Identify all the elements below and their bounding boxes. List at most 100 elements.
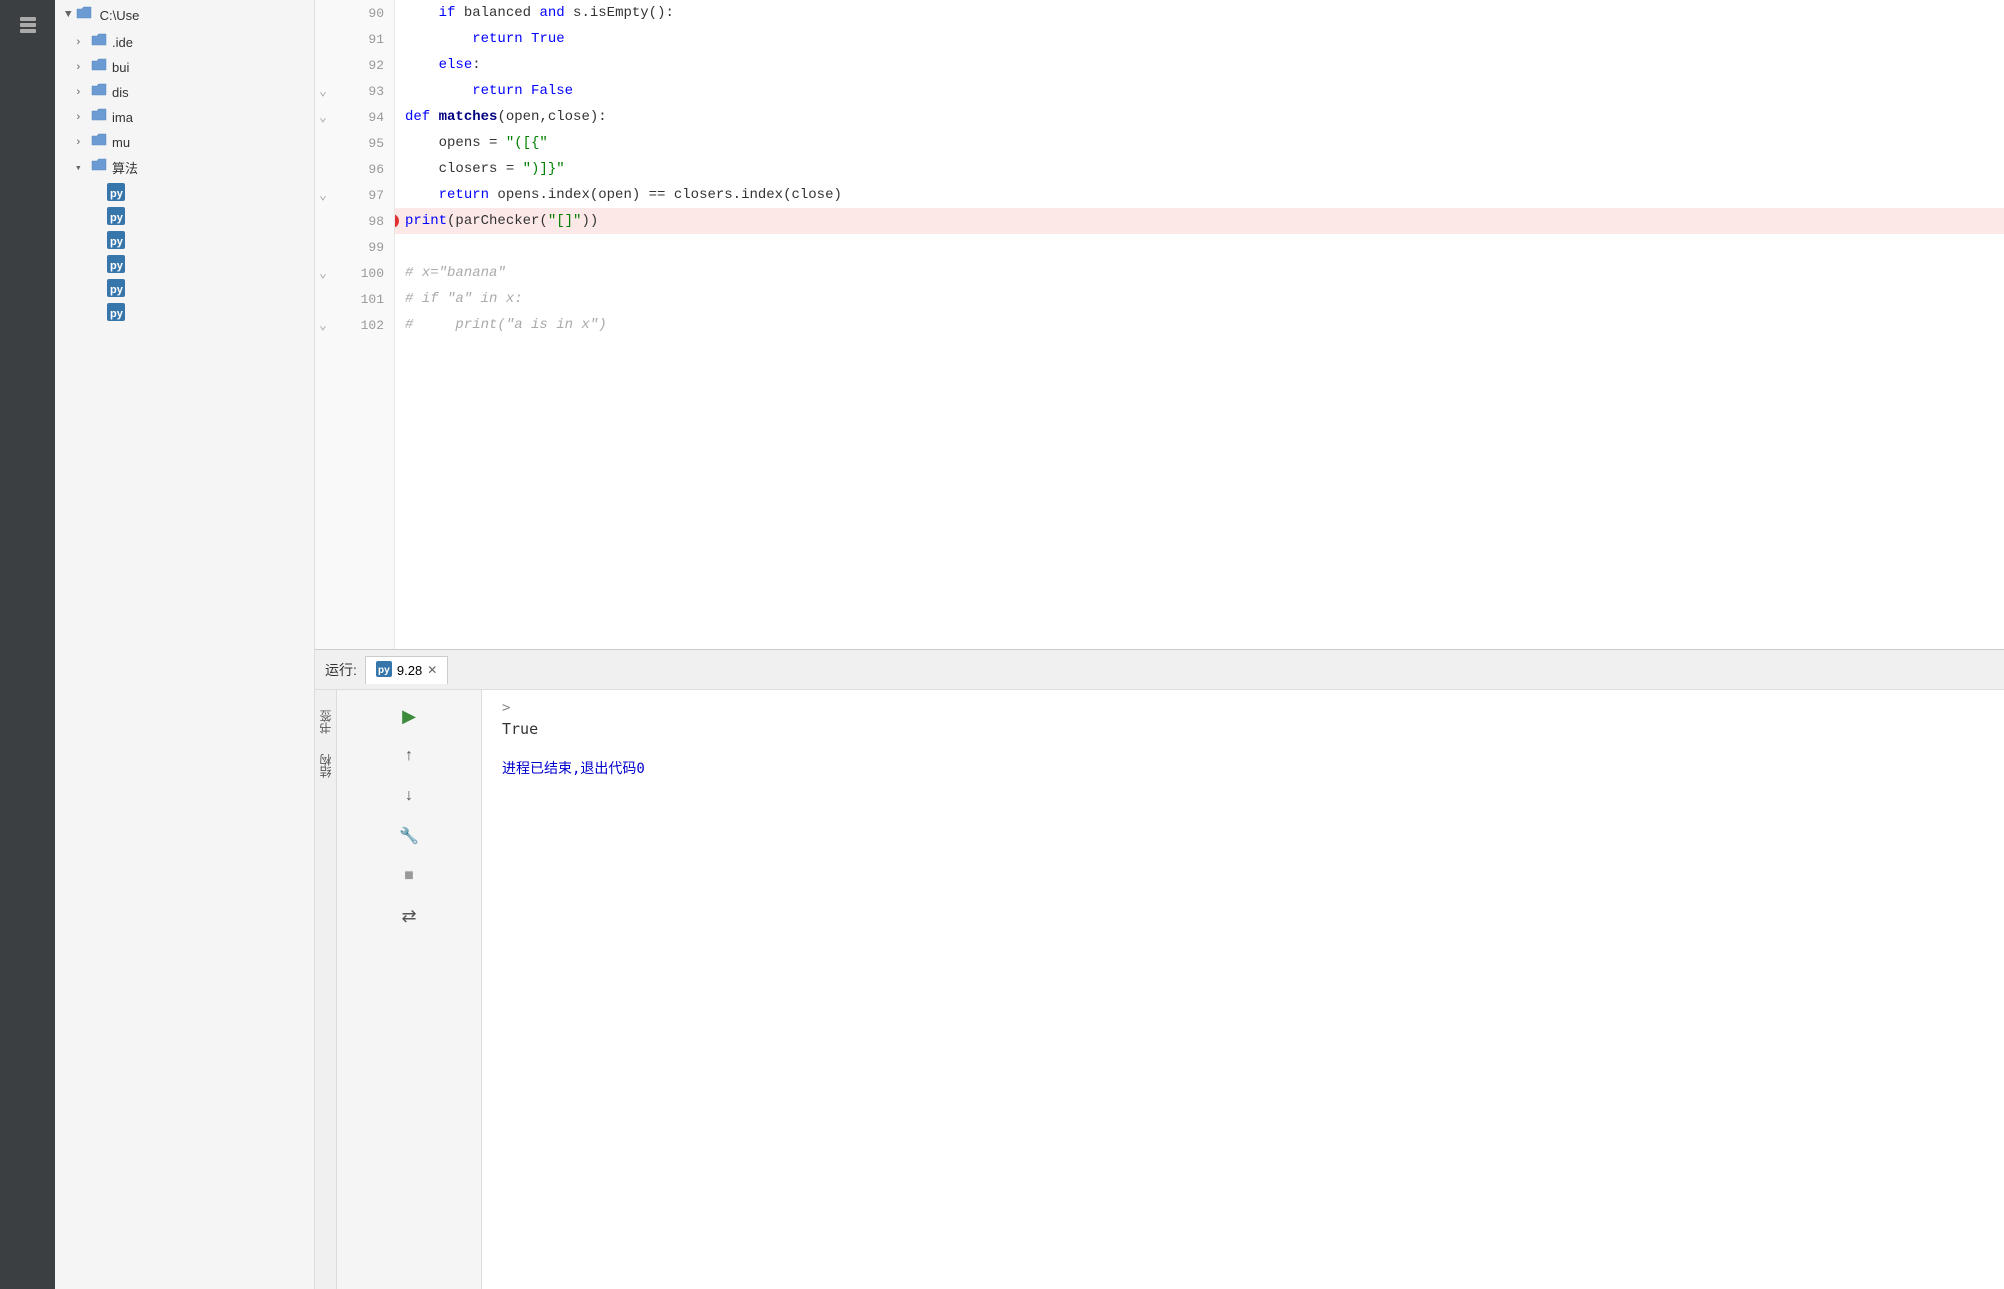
folder-dis-icon — [91, 83, 107, 102]
ide-label: .ide — [112, 35, 133, 50]
code-line-99 — [405, 234, 2004, 260]
py4-icon: py — [107, 255, 125, 273]
line-99: 99 — [315, 234, 394, 260]
svg-text:py: py — [110, 308, 124, 320]
py6-icon: py — [107, 303, 125, 321]
folder-mu-icon — [91, 133, 107, 152]
code-line-94: def matches(open,close): — [405, 104, 2004, 130]
ima-label: ima — [112, 110, 133, 125]
sidebar-item-py5[interactable]: › py — [55, 276, 314, 300]
sidebar-item-py2[interactable]: › py — [55, 204, 314, 228]
run-tab[interactable]: py 9.28 ✕ — [365, 656, 448, 684]
arrow-ide: › — [75, 37, 87, 49]
sidebar-tree: › .ide › bui › dis — [55, 30, 314, 1289]
code-line-91: return True — [405, 26, 2004, 52]
arrow-suanfa: ▾ — [75, 161, 87, 175]
folder-ima-icon — [91, 108, 107, 127]
folder-bui-icon — [91, 58, 107, 77]
run-wrench-button[interactable]: 🔧 — [393, 820, 425, 852]
line-98: 98 — [315, 208, 394, 234]
py1-icon: py — [107, 183, 125, 201]
run-tab-close[interactable]: ✕ — [427, 663, 437, 677]
svg-text:py: py — [110, 284, 124, 296]
run-output-area: > True 进程已结束,退出代码0 — [482, 690, 2004, 1289]
py3-icon: py — [107, 231, 125, 249]
arrow-ima: › — [75, 112, 87, 124]
output-prompt: > — [502, 700, 1984, 716]
code-text-area[interactable]: if balanced and s.isEmpty(): return True… — [395, 0, 2004, 649]
line-numbers: 90 91 92 ⌄ 93 ⌄ 94 95 96 ⌄ 97 — [315, 0, 395, 649]
project-sidebar: ▼ C:\Use › .ide › — [55, 0, 315, 1289]
line-96: 96 — [315, 156, 394, 182]
sidebar-item-py4[interactable]: › py — [55, 252, 314, 276]
bookmark-label[interactable]: 书签 — [317, 710, 334, 734]
mu-label: mu — [112, 135, 130, 150]
breakpoint-dot[interactable] — [395, 214, 399, 228]
code-line-96: closers = ")]}" — [405, 156, 2004, 182]
line-91: 91 — [315, 26, 394, 52]
code-editor[interactable]: 90 91 92 ⌄ 93 ⌄ 94 95 96 ⌄ 97 — [315, 0, 2004, 649]
run-arrow-up-button[interactable]: ↑ — [393, 740, 425, 772]
line-100: ⌄ 100 — [315, 260, 394, 286]
sidebar-item-mu[interactable]: › mu — [55, 130, 314, 155]
sidebar-item-ide[interactable]: › .ide — [55, 30, 314, 55]
sidebar-root-label: C:\Use — [100, 8, 140, 23]
line-102: ⌄ 102 — [315, 312, 394, 338]
structure-label[interactable]: 结构 — [317, 754, 334, 778]
bui-label: bui — [112, 60, 129, 75]
code-line-90: if balanced and s.isEmpty(): — [405, 0, 2004, 26]
suanfa-label: 算法 — [112, 158, 138, 177]
run-stop-button[interactable]: ■ — [393, 860, 425, 892]
run-rerun-button[interactable]: ⇄ — [393, 900, 425, 932]
run-header: 运行: py 9.28 ✕ — [315, 650, 2004, 690]
run-arrow-down-button[interactable]: ↓ — [393, 780, 425, 812]
svg-text:py: py — [378, 665, 390, 676]
sidebar-root[interactable]: ▼ C:\Use — [55, 0, 314, 30]
run-panel: 运行: py 9.28 ✕ 书签 结构 — [315, 649, 2004, 1289]
sidebar-item-dis[interactable]: › dis — [55, 80, 314, 105]
run-play-button[interactable]: ▶ — [393, 700, 425, 732]
code-line-92: else: — [405, 52, 2004, 78]
code-line-98: print(parChecker("[]")) — [395, 208, 2004, 234]
line-101: 101 — [315, 286, 394, 312]
run-label: 运行: — [325, 660, 357, 680]
code-line-100: # x="banana" — [405, 260, 2004, 286]
line-97: ⌄ 97 — [315, 182, 394, 208]
sidebar-item-ima[interactable]: › ima — [55, 105, 314, 130]
svg-text:py: py — [110, 260, 124, 272]
arrow-bui: › — [75, 62, 87, 74]
svg-text:py: py — [110, 236, 124, 248]
line-92: 92 — [315, 52, 394, 78]
py5-icon: py — [107, 279, 125, 297]
folder-ide-icon — [91, 33, 107, 52]
line-94: ⌄ 94 — [315, 104, 394, 130]
run-tab-label: 9.28 — [397, 663, 422, 678]
code-line-93: return False — [405, 78, 2004, 104]
folder-suanfa-icon — [91, 158, 107, 177]
arrow-mu: › — [75, 137, 87, 149]
side-labels: 书签 结构 — [315, 690, 337, 1289]
py-tab-icon: py — [376, 661, 392, 680]
run-body: 书签 结构 ▶ ↑ ↓ 🔧 ■ ⇄ > True 进程已结束,退出代码0 — [315, 690, 2004, 1289]
dis-label: dis — [112, 85, 129, 100]
sidebar-arrow: ▼ — [65, 9, 72, 21]
line-90: 90 — [315, 0, 394, 26]
run-toolbar: ▶ ↑ ↓ 🔧 ■ ⇄ — [337, 690, 482, 1289]
arrow-dis: › — [75, 87, 87, 99]
svg-text:py: py — [110, 212, 124, 224]
folder-icon — [76, 6, 92, 24]
sidebar-item-py1[interactable]: › py — [55, 180, 314, 204]
sidebar-item-py3[interactable]: › py — [55, 228, 314, 252]
code-line-102: # print("a is in x") — [405, 312, 2004, 338]
sidebar-item-py6[interactable]: › py — [55, 300, 314, 324]
left-toolbar — [0, 0, 55, 1289]
output-true-text: True — [502, 720, 1984, 738]
sidebar-item-suanfa[interactable]: ▾ 算法 — [55, 155, 314, 180]
code-line-97: 💡 return opens.index(open) == closers.in… — [405, 182, 2004, 208]
line-93: ⌄ 93 — [315, 78, 394, 104]
code-line-101: # if "a" in x: — [405, 286, 2004, 312]
code-line-95: opens = "([{" — [405, 130, 2004, 156]
output-exit-message: 进程已结束,退出代码0 — [502, 758, 1984, 778]
toolbar-files-icon[interactable] — [8, 5, 48, 45]
sidebar-item-bui[interactable]: › bui — [55, 55, 314, 80]
